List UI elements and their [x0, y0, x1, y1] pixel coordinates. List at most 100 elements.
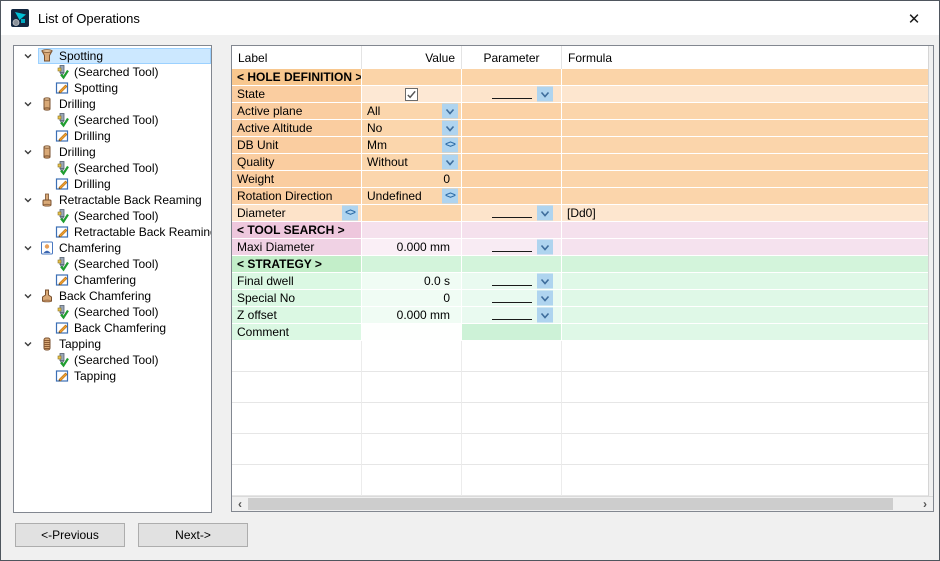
chevron-down-icon[interactable] — [18, 194, 38, 206]
tree-item-body[interactable]: (Searched Tool) — [53, 160, 211, 176]
cell-value-active-plane[interactable]: All — [362, 103, 462, 120]
tree-item-body[interactable]: Spotting — [53, 80, 211, 96]
cell-parameter-z-offset[interactable] — [462, 307, 562, 324]
row-label: Rotation Direction — [232, 189, 332, 203]
cell-parameter-state[interactable] — [462, 86, 562, 103]
tree-item-back-chamfering[interactable]: Back Chamfering — [14, 320, 211, 336]
tree-item-searched-tool[interactable]: (Searched Tool) — [14, 256, 211, 272]
tree-item-searched-tool[interactable]: (Searched Tool) — [14, 208, 211, 224]
dropdown-chevron-icon[interactable] — [442, 155, 458, 170]
tree-item-spotting[interactable]: Spotting — [14, 48, 211, 64]
cell-label-state: State — [232, 86, 362, 103]
tree-item-searched-tool[interactable]: (Searched Tool) — [14, 304, 211, 320]
vertical-scrollbar-track[interactable] — [928, 46, 933, 496]
cell-value-db-unit[interactable]: Mm <> — [362, 137, 462, 154]
cell-formula-weight — [562, 171, 928, 188]
row-label: Final dwell — [232, 274, 294, 288]
scrollbar-thumb[interactable] — [248, 498, 893, 510]
dropdown-chevron-icon[interactable] — [537, 206, 553, 221]
cell-parameter-maxi-diameter[interactable] — [462, 239, 562, 256]
dropdown-chevron-icon[interactable] — [442, 104, 458, 119]
tree-item-body[interactable]: Drilling — [38, 96, 211, 112]
tree-item-back-chamfering[interactable]: Back Chamfering — [14, 288, 211, 304]
cell-value-active-altitude[interactable]: No — [362, 120, 462, 137]
tree-item-body[interactable]: (Searched Tool) — [53, 112, 211, 128]
next-button[interactable]: Next-> — [138, 523, 248, 547]
cell-parameter-final-dwell[interactable] — [462, 273, 562, 290]
tree-item-retractable-back-reaming[interactable]: Retractable Back Reaming — [14, 192, 211, 208]
tree-item-body[interactable]: Drilling — [53, 176, 211, 192]
tree-item-searched-tool[interactable]: (Searched Tool) — [14, 112, 211, 128]
tree-item-body[interactable]: (Searched Tool) — [53, 64, 211, 80]
cell-label-active-plane: Active plane — [232, 103, 362, 120]
cell-parameter-diameter[interactable] — [462, 205, 562, 222]
cell-value-comment[interactable] — [362, 324, 462, 341]
dropdown-chevron-icon[interactable] — [537, 87, 553, 102]
dropdown-chevron-icon[interactable] — [537, 274, 553, 289]
tree-item-body[interactable]: Chamfering — [53, 272, 211, 288]
previous-button-label: <-Previous — [41, 528, 99, 542]
value-spinner-icon[interactable]: <> — [442, 189, 458, 204]
row-value: 0.0 s — [424, 274, 461, 288]
tree-item-body[interactable]: (Searched Tool) — [53, 208, 211, 224]
tree-item-body[interactable]: Back Chamfering — [53, 320, 211, 336]
tree-item-body[interactable]: Spotting — [38, 48, 211, 64]
parameter-placeholder-line — [492, 251, 532, 252]
cell-value-final-dwell[interactable]: 0.0 s — [362, 273, 462, 290]
scroll-right-icon[interactable]: › — [917, 497, 933, 511]
cell-value-quality[interactable]: Without — [362, 154, 462, 171]
chevron-down-icon[interactable] — [18, 338, 38, 350]
tree-item-searched-tool[interactable]: (Searched Tool) — [14, 352, 211, 368]
chevron-down-icon[interactable] — [18, 146, 38, 158]
close-icon[interactable]: ✕ — [902, 7, 926, 31]
chevron-down-icon[interactable] — [18, 50, 38, 62]
cell-value-maxi-diameter[interactable]: 0.000 mm — [362, 239, 462, 256]
tree-item-body[interactable]: (Searched Tool) — [53, 256, 211, 272]
tree-item-body[interactable]: Retractable Back Reaming — [38, 192, 211, 208]
tree-item-body[interactable]: Chamfering — [38, 240, 211, 256]
tree-item-chamfering[interactable]: Chamfering — [14, 240, 211, 256]
chevron-down-icon[interactable] — [18, 242, 38, 254]
tree-item-body[interactable]: (Searched Tool) — [53, 352, 211, 368]
chevron-down-icon[interactable] — [18, 290, 38, 302]
tree-item-body[interactable]: Back Chamfering — [38, 288, 211, 304]
tree-item-tapping[interactable]: Tapping — [14, 336, 211, 352]
tree-item-retractable-back-reaming[interactable]: Retractable Back Reaming — [14, 224, 211, 240]
chevron-down-icon[interactable] — [18, 98, 38, 110]
cell-value-state[interactable] — [362, 86, 462, 103]
tree-item-drilling[interactable]: Drilling — [14, 176, 211, 192]
tree-item-searched-tool[interactable]: (Searched Tool) — [14, 64, 211, 80]
cell-value-rotation-direction[interactable]: Undefined<> — [362, 188, 462, 205]
tree-item-label: (Searched Tool) — [74, 161, 159, 175]
tree-item-drilling[interactable]: Drilling — [14, 144, 211, 160]
tree-item-spotting[interactable]: Spotting — [14, 80, 211, 96]
dropdown-chevron-icon[interactable] — [537, 308, 553, 323]
dropdown-chevron-icon[interactable] — [537, 291, 553, 306]
tree-item-drilling[interactable]: Drilling — [14, 128, 211, 144]
row-label: Active plane — [232, 104, 302, 118]
tree-item-body[interactable]: Drilling — [53, 128, 211, 144]
tree-item-body[interactable]: Tapping — [38, 336, 211, 352]
cell-label-rotation-direction: Rotation Direction — [232, 188, 362, 205]
checkbox[interactable] — [405, 88, 418, 101]
cell-value-special-no[interactable]: 0 — [362, 290, 462, 307]
row-value: Mm — [362, 138, 387, 152]
dropdown-chevron-icon[interactable] — [442, 121, 458, 136]
cell-value-z-offset[interactable]: 0.000 mm — [362, 307, 462, 324]
dropdown-chevron-icon[interactable] — [537, 240, 553, 255]
tree-item-body[interactable]: (Searched Tool) — [53, 304, 211, 320]
tree-item-label: Back Chamfering — [59, 289, 151, 303]
value-spinner-icon[interactable]: <> — [342, 206, 358, 221]
tree-item-tapping[interactable]: Tapping — [14, 368, 211, 384]
previous-button[interactable]: <-Previous — [15, 523, 125, 547]
value-spinner-icon[interactable]: <> — [442, 138, 458, 153]
tree-item-body[interactable]: Retractable Back Reaming — [53, 224, 212, 240]
tree-item-body[interactable]: Tapping — [53, 368, 211, 384]
tree-item-searched-tool[interactable]: (Searched Tool) — [14, 160, 211, 176]
cell-parameter-special-no[interactable] — [462, 290, 562, 307]
tree-item-label: Retractable Back Reaming — [59, 193, 202, 207]
scroll-left-icon[interactable]: ‹ — [232, 497, 248, 511]
tree-item-drilling[interactable]: Drilling — [14, 96, 211, 112]
tree-item-chamfering[interactable]: Chamfering — [14, 272, 211, 288]
tree-item-body[interactable]: Drilling — [38, 144, 211, 160]
